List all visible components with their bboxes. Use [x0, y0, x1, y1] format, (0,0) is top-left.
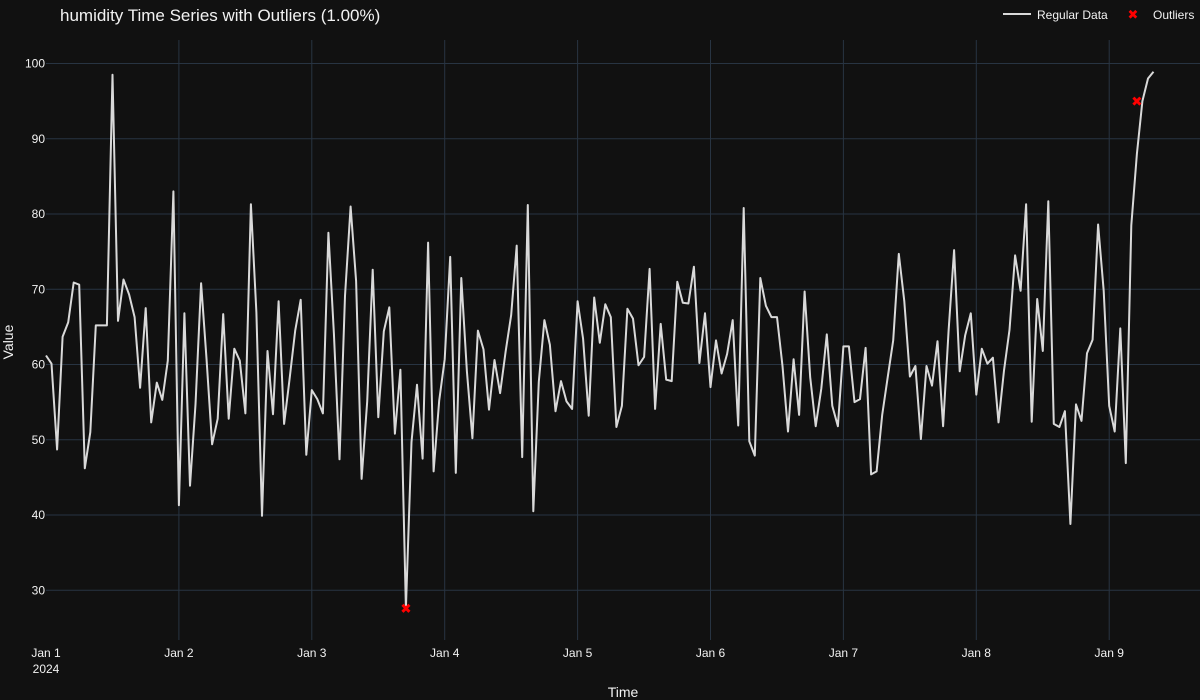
y-tick-label: 60: [32, 358, 46, 372]
x-tick-label: Jan 5: [563, 646, 593, 660]
y-tick-label: 30: [32, 583, 46, 597]
x-tick-label: Jan 8: [962, 646, 992, 660]
plot-area: [45, 71, 1155, 613]
y-axis-ticks: 30 40 50 60 70 80 90 100: [25, 57, 45, 598]
legend-label-outliers: Outliers: [1153, 8, 1194, 22]
x-tick-label: Jan 4: [430, 646, 460, 660]
y-tick-label: 100: [25, 57, 45, 71]
legend-outlier-marker-icon: ✖: [1128, 8, 1139, 23]
outlier-marker: [1132, 96, 1142, 106]
x-tick-label: Jan 1: [31, 646, 61, 660]
x-tick-label: Jan 7: [829, 646, 859, 660]
x-axis-title: Time: [608, 684, 639, 700]
x-tick-year-label: 2024: [33, 662, 60, 676]
legend-label-regular: Regular Data: [1037, 8, 1108, 22]
x-tick-label: Jan 2: [164, 646, 194, 660]
y-axis-title: Value: [0, 324, 16, 359]
x-axis-ticks: Jan 1 2024 Jan 2 Jan 3 Jan 4 Jan 5 Jan 6 Jan 7 J…: [31, 646, 1124, 676]
legend[interactable]: Regular Data ✖ Outliers: [1003, 8, 1194, 23]
x-tick-label: Jan 9: [1095, 646, 1125, 660]
y-tick-label: 50: [32, 433, 46, 447]
chart-canvas: Jan 1 2024 Jan 2 Jan 3 Jan 4 Jan 5 Jan 6 Jan 7 J…: [0, 6, 1200, 700]
x-tick-label: Jan 6: [696, 646, 726, 660]
y-tick-label: 70: [32, 282, 46, 296]
regular-data-line: [45, 71, 1155, 610]
y-tick-label: 90: [32, 132, 46, 146]
x-tick-label: Jan 3: [297, 646, 327, 660]
y-tick-label: 80: [32, 207, 46, 221]
y-tick-label: 40: [32, 508, 46, 522]
grid: [46, 40, 1200, 640]
chart-title: humidity Time Series with Outliers (1.00…: [60, 6, 380, 25]
